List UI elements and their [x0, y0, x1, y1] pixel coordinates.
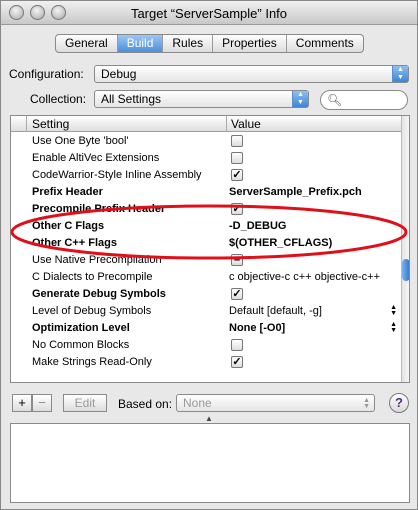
setting-value[interactable]: -D_DEBUG — [229, 220, 286, 232]
title-bar[interactable]: Target “ServerSample” Info — [1, 1, 417, 25]
split-handle-icon[interactable]: ▲ — [205, 414, 213, 423]
tab-properties[interactable]: Properties — [213, 35, 287, 52]
table-row[interactable]: No Common Blocks — [11, 337, 401, 354]
setting-name: Other C Flags — [32, 220, 105, 232]
table-row[interactable]: CodeWarrior-Style Inline Assembly ✓ — [11, 167, 401, 184]
add-button[interactable]: + — [12, 394, 32, 412]
setting-name: Other C++ Flags — [32, 237, 117, 249]
setting-checkbox[interactable] — [231, 135, 243, 147]
setting-name: CodeWarrior-Style Inline Assembly — [32, 169, 202, 181]
tab-rules[interactable]: Rules — [163, 35, 214, 52]
setting-checkbox[interactable]: – — [231, 254, 243, 266]
collection-value: All Settings — [101, 92, 162, 106]
configuration-popup[interactable]: Debug ▲ ▼ — [94, 65, 409, 83]
configuration-value: Debug — [101, 67, 137, 81]
help-button[interactable]: ? — [389, 393, 409, 413]
table-header: Setting Value — [11, 116, 401, 132]
tab-comments[interactable]: Comments — [287, 35, 363, 52]
search-icon: 🔍︎ — [327, 93, 343, 107]
setting-name: No Common Blocks — [32, 339, 130, 351]
setting-name: Make Strings Read-Only — [32, 356, 152, 368]
setting-checkbox[interactable]: ✓ — [231, 203, 243, 215]
popup-arrows-icon[interactable]: ▲ ▼ — [390, 321, 397, 334]
setting-checkbox[interactable]: ✓ — [231, 169, 243, 181]
popup-arrows-icon[interactable]: ▲ ▼ — [390, 304, 397, 317]
setting-value[interactable]: Default [default, -g] — [229, 305, 322, 317]
setting-value[interactable]: $(OTHER_CFLAGS) — [229, 237, 332, 249]
setting-name: Use One Byte 'bool' — [32, 135, 129, 147]
setting-value[interactable]: c objective-c c++ objective-c++ — [229, 271, 380, 283]
popup-arrows-icon: ▲ ▼ — [392, 66, 408, 82]
column-divider[interactable] — [226, 116, 227, 132]
tab-general[interactable]: General — [56, 35, 118, 52]
collection-popup[interactable]: All Settings ▲ ▼ — [94, 90, 309, 108]
tab-bar: General Build Rules Properties Comments — [55, 34, 364, 53]
setting-checkbox[interactable] — [231, 152, 243, 164]
popup-arrows-icon: ▲ ▼ — [363, 397, 370, 410]
info-window: Target “ServerSample” Info General Build… — [0, 0, 418, 510]
table-row[interactable]: Precompile Prefix Header ✓ — [11, 201, 401, 218]
setting-value[interactable]: ServerSample_Prefix.pch — [229, 186, 362, 198]
popup-arrows-icon: ▲ ▼ — [292, 91, 308, 107]
setting-description-pane — [10, 423, 410, 503]
table-row[interactable]: Prefix Header ServerSample_Prefix.pch — [11, 184, 401, 201]
setting-name: C Dialects to Precompile — [32, 271, 153, 283]
based-on-popup[interactable]: None ▲ ▼ — [176, 394, 375, 412]
setting-value[interactable]: None [-O0] — [229, 322, 285, 334]
column-header-setting[interactable]: Setting — [32, 117, 69, 131]
table-row[interactable]: Level of Debug Symbols Default [default, … — [11, 303, 401, 320]
remove-button[interactable]: − — [32, 394, 52, 412]
setting-name: Level of Debug Symbols — [32, 305, 152, 317]
based-on-label: Based on: — [118, 397, 173, 411]
setting-name: Generate Debug Symbols — [32, 288, 166, 300]
search-field[interactable]: 🔍︎ — [320, 90, 408, 110]
setting-name: Use Native Precompilation — [32, 254, 162, 266]
column-header-value[interactable]: Value — [231, 117, 261, 131]
table-row[interactable]: Use One Byte 'bool' — [11, 133, 401, 150]
table-row[interactable]: Optimization Level None [-O0] ▲ ▼ — [11, 320, 401, 337]
scrollbar-thumb[interactable] — [402, 259, 409, 281]
setting-name: Enable AltiVec Extensions — [32, 152, 160, 164]
setting-checkbox[interactable]: ✓ — [231, 356, 243, 368]
table-row[interactable]: Generate Debug Symbols ✓ — [11, 286, 401, 303]
setting-name: Prefix Header — [32, 186, 103, 198]
window-title: Target “ServerSample” Info — [130, 6, 288, 21]
setting-name: Precompile Prefix Header — [32, 203, 166, 215]
collection-label: Collection: — [30, 92, 87, 106]
setting-checkbox[interactable]: ✓ — [231, 288, 243, 300]
vertical-scrollbar[interactable] — [401, 116, 409, 382]
table-row[interactable]: Make Strings Read-Only ✓ — [11, 354, 401, 371]
bottom-toolbar: + − Edit Based on: None ▲ ▼ — [10, 393, 410, 415]
column-divider — [26, 116, 27, 132]
table-row[interactable]: Use Native Precompilation – — [11, 252, 401, 269]
tab-build[interactable]: Build — [117, 35, 164, 52]
setting-checkbox[interactable] — [231, 339, 243, 351]
table-row[interactable]: Enable AltiVec Extensions — [11, 150, 401, 167]
setting-name: Optimization Level — [32, 322, 130, 334]
based-on-value: None — [183, 396, 212, 410]
settings-table: Setting Value Use One Byte 'bool' Enable … — [10, 115, 410, 383]
table-row[interactable]: C Dialects to Precompile c objective-c c+… — [11, 269, 401, 286]
table-row[interactable]: Other C Flags -D_DEBUG — [11, 218, 401, 235]
edit-button[interactable]: Edit — [63, 394, 107, 412]
configuration-label: Configuration: — [9, 67, 84, 81]
table-row[interactable]: Other C++ Flags $(OTHER_CFLAGS) — [11, 235, 401, 252]
